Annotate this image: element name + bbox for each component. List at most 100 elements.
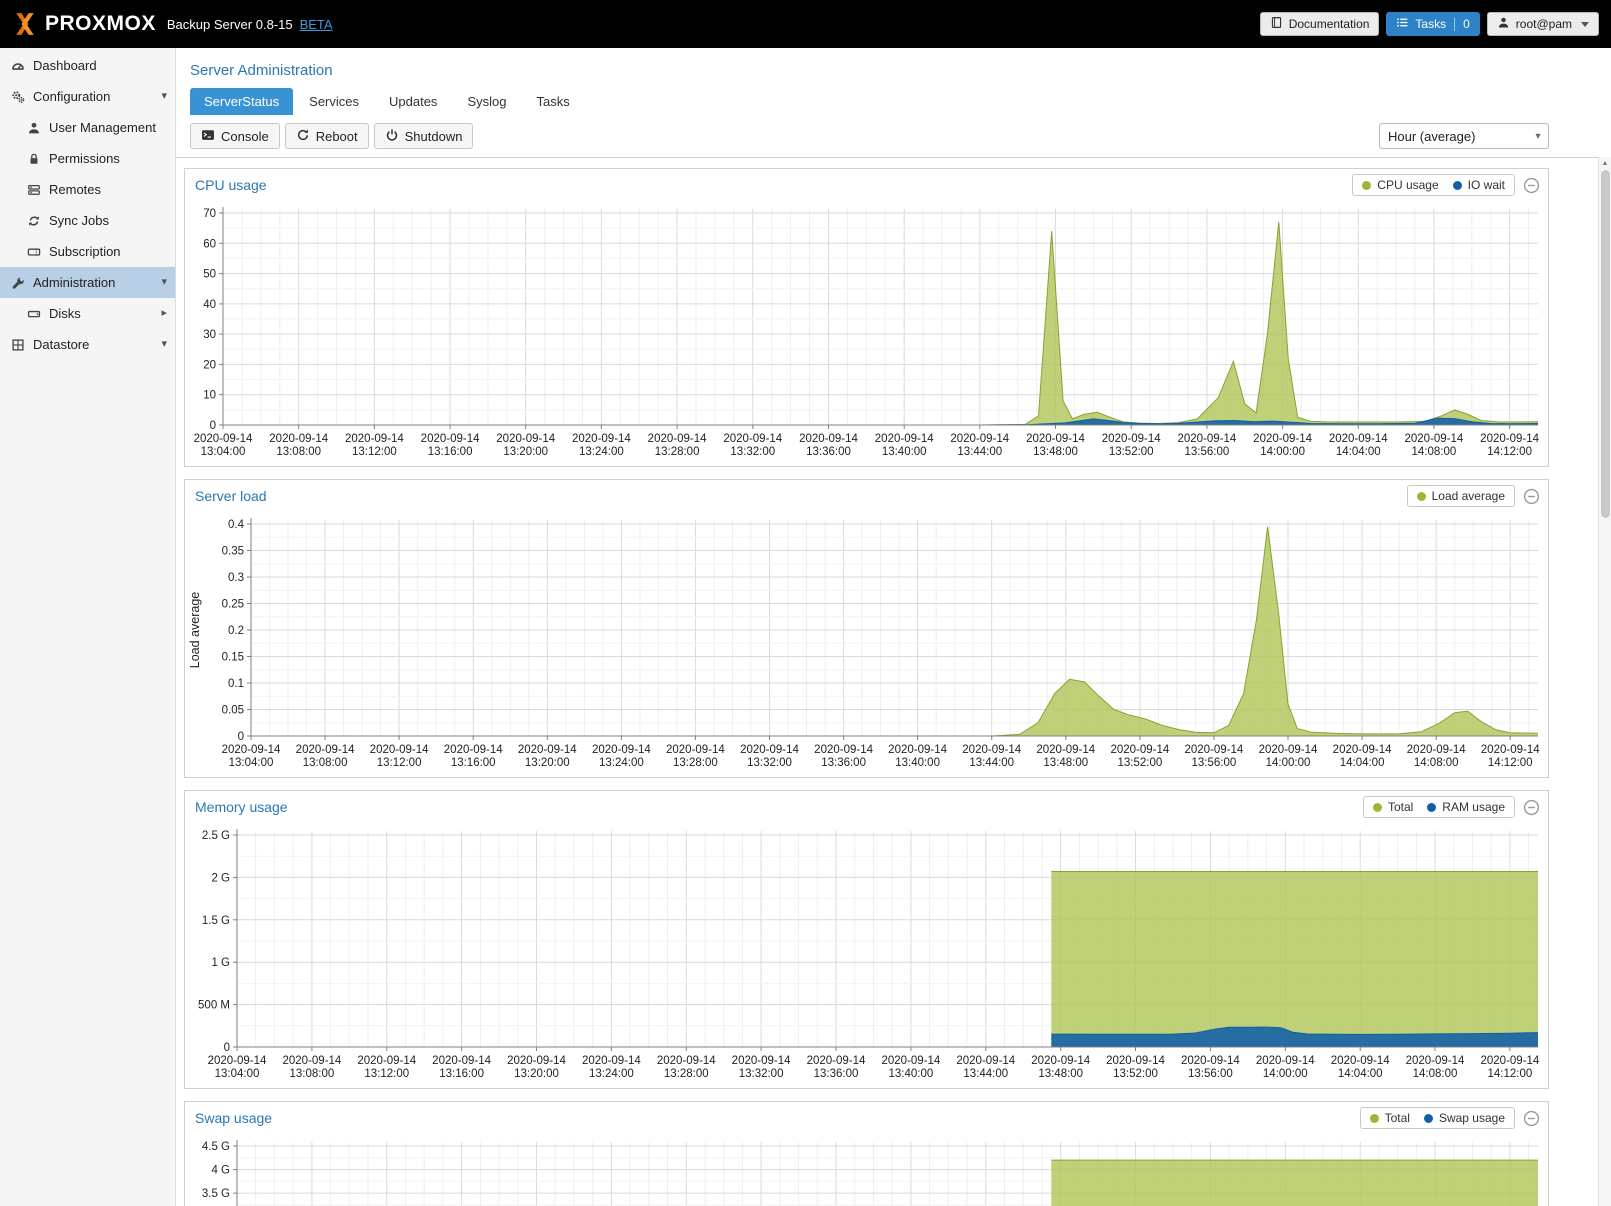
svg-text:13:44:00: 13:44:00 <box>963 1068 1008 1080</box>
svg-text:13:40:00: 13:40:00 <box>882 446 927 458</box>
legend-label: Swap usage <box>1439 1111 1505 1125</box>
ticket-icon <box>26 245 42 259</box>
sidebar-item-remotes[interactable]: Remotes <box>0 174 175 205</box>
svg-text:14:08:00: 14:08:00 <box>1414 757 1459 769</box>
sidebar-item-dashboard[interactable]: Dashboard <box>0 50 175 81</box>
reboot-button[interactable]: Reboot <box>285 123 369 149</box>
svg-text:70: 70 <box>203 208 216 220</box>
svg-text:60: 60 <box>203 238 216 250</box>
chart-title: Server load <box>195 488 1407 504</box>
svg-text:13:48:00: 13:48:00 <box>1033 446 1078 458</box>
console-icon <box>201 128 215 145</box>
scroll-up-icon[interactable]: ▲ <box>1599 157 1611 169</box>
legend-item-total[interactable]: Total <box>1373 800 1413 814</box>
legend-item-load-average[interactable]: Load average <box>1417 489 1505 503</box>
tab-updates[interactable]: Updates <box>375 88 451 115</box>
chart-panel-header: Swap usageTotalSwap usage <box>185 1102 1548 1134</box>
svg-text:2020-09-14: 2020-09-14 <box>1177 433 1236 445</box>
svg-text:1.5 G: 1.5 G <box>202 915 230 927</box>
tasks-button[interactable]: Tasks 0 <box>1386 12 1479 36</box>
vertical-scrollbar[interactable]: ▲ <box>1598 157 1611 1206</box>
collapse-icon[interactable] <box>1523 799 1540 816</box>
legend-item-total[interactable]: Total <box>1370 1111 1410 1125</box>
svg-text:2020-09-14: 2020-09-14 <box>1406 1055 1465 1067</box>
svg-text:2020-09-14: 2020-09-14 <box>1036 744 1095 756</box>
tasks-separator <box>1454 18 1455 31</box>
app-window: PROXMOX Backup Server 0.8-15 BETA Docume… <box>0 0 1611 1206</box>
time-range-value: Hour (average) <box>1388 129 1475 144</box>
scrollbar-thumb[interactable] <box>1601 170 1610 518</box>
svg-text:2020-09-14: 2020-09-14 <box>657 1055 716 1067</box>
svg-text:13:16:00: 13:16:00 <box>428 446 473 458</box>
legend-item-swap-usage[interactable]: Swap usage <box>1424 1111 1505 1125</box>
user-label: root@pam <box>1516 17 1572 31</box>
svg-text:14:08:00: 14:08:00 <box>1412 446 1457 458</box>
svg-text:13:56:00: 13:56:00 <box>1185 446 1230 458</box>
book-icon <box>1270 16 1283 32</box>
collapse-icon[interactable] <box>1523 1110 1540 1127</box>
expander-down-icon[interactable]: ▾ <box>161 277 167 288</box>
svg-text:13:12:00: 13:12:00 <box>352 446 397 458</box>
svg-text:13:48:00: 13:48:00 <box>1043 757 1088 769</box>
collapse-icon[interactable] <box>1523 488 1540 505</box>
svg-text:13:24:00: 13:24:00 <box>589 1068 634 1080</box>
legend-dot-icon <box>1427 803 1436 812</box>
tasks-label: Tasks <box>1415 17 1446 31</box>
legend-item-cpu-usage[interactable]: CPU usage <box>1362 178 1438 192</box>
expander-right-icon[interactable]: ▸ <box>161 308 167 319</box>
legend-dot-icon <box>1417 492 1426 501</box>
expander-down-icon[interactable]: ▾ <box>161 339 167 350</box>
console-button[interactable]: Console <box>190 123 280 149</box>
sidebar-item-disks[interactable]: Disks▸ <box>0 298 175 329</box>
header: PROXMOX Backup Server 0.8-15 BETA Docume… <box>0 0 1611 48</box>
sidebar-item-sync-jobs[interactable]: Sync Jobs <box>0 205 175 236</box>
svg-text:2020-09-14: 2020-09-14 <box>1481 744 1540 756</box>
sidebar-item-label: Subscription <box>49 244 167 259</box>
user-menu-button[interactable]: root@pam <box>1487 12 1599 36</box>
legend-item-io-wait[interactable]: IO wait <box>1453 178 1505 192</box>
sidebar-item-subscription[interactable]: Subscription <box>0 236 175 267</box>
svg-text:2020-09-14: 2020-09-14 <box>496 433 555 445</box>
svg-text:13:08:00: 13:08:00 <box>276 446 321 458</box>
tab-syslog[interactable]: Syslog <box>453 88 520 115</box>
svg-text:2020-09-14: 2020-09-14 <box>269 433 328 445</box>
shutdown-label: Shutdown <box>405 129 463 144</box>
svg-text:13:32:00: 13:32:00 <box>739 1068 784 1080</box>
sidebar-item-datastore[interactable]: Datastore▾ <box>0 329 175 360</box>
svg-text:30: 30 <box>203 329 216 341</box>
shutdown-button[interactable]: Shutdown <box>374 123 474 149</box>
legend-item-ram-usage[interactable]: RAM usage <box>1427 800 1505 814</box>
svg-text:13:04:00: 13:04:00 <box>229 757 274 769</box>
expander-down-icon[interactable]: ▾ <box>161 91 167 102</box>
chart-title: Memory usage <box>195 799 1363 815</box>
documentation-button[interactable]: Documentation <box>1260 12 1380 36</box>
svg-text:14:04:00: 14:04:00 <box>1336 446 1381 458</box>
beta-link[interactable]: BETA <box>300 17 333 32</box>
svg-text:13:16:00: 13:16:00 <box>439 1068 484 1080</box>
collapse-icon[interactable] <box>1523 177 1540 194</box>
dashboard-icon <box>10 59 26 73</box>
server-icon <box>26 183 42 197</box>
time-range-select[interactable]: Hour (average) ▾ <box>1379 123 1549 149</box>
sidebar-item-label: Administration <box>33 275 154 290</box>
sidebar-item-administration[interactable]: Administration ▾ <box>0 267 175 298</box>
svg-text:13:20:00: 13:20:00 <box>503 446 548 458</box>
sidebar-item-permissions[interactable]: Permissions <box>0 143 175 174</box>
svg-text:13:20:00: 13:20:00 <box>525 757 570 769</box>
svg-text:2020-09-14: 2020-09-14 <box>1181 1055 1240 1067</box>
tab-tasks[interactable]: Tasks <box>522 88 583 115</box>
user-icon <box>1497 16 1510 32</box>
svg-text:2020-09-14: 2020-09-14 <box>1333 744 1392 756</box>
svg-text:2020-09-14: 2020-09-14 <box>421 433 480 445</box>
svg-text:2020-09-14: 2020-09-14 <box>507 1055 566 1067</box>
svg-text:20: 20 <box>203 359 216 371</box>
legend-label: CPU usage <box>1377 178 1438 192</box>
sidebar-item-configuration[interactable]: Configuration▾ <box>0 81 175 112</box>
legend-label: Load average <box>1432 489 1505 503</box>
reboot-label: Reboot <box>316 129 358 144</box>
sidebar-item-user-management[interactable]: User Management <box>0 112 175 143</box>
tab-serverstatus[interactable]: ServerStatus <box>190 88 293 115</box>
chart-title: CPU usage <box>195 177 1352 193</box>
svg-text:13:52:00: 13:52:00 <box>1118 757 1163 769</box>
tab-services[interactable]: Services <box>295 88 373 115</box>
